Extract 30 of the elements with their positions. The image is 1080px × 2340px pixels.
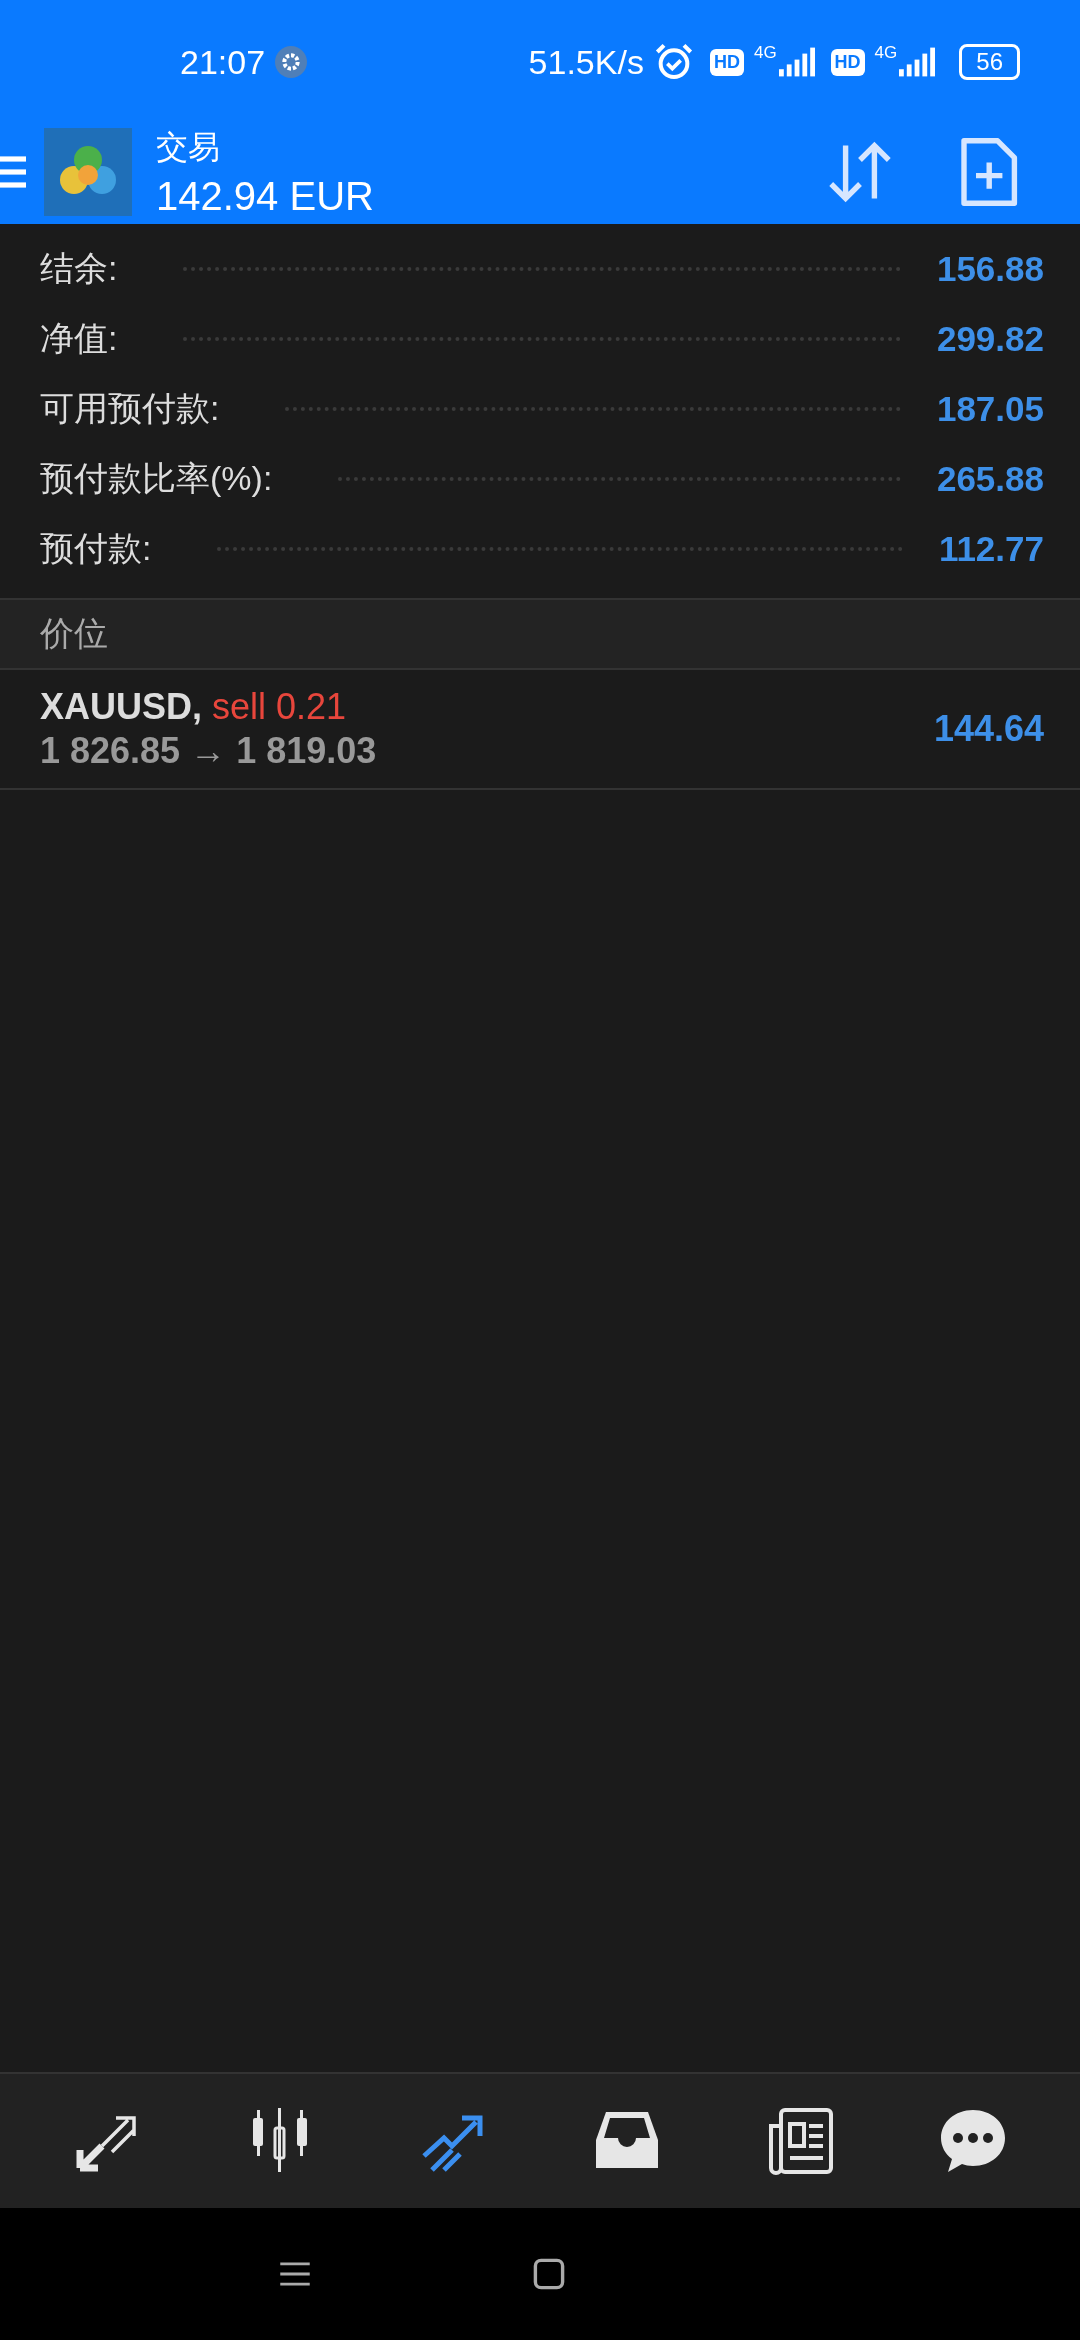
summary-value: 265.88 xyxy=(936,459,1044,499)
summary-label: 预付款: xyxy=(40,528,152,569)
network-type: 4G xyxy=(874,43,898,63)
position-row[interactable]: XAUUSD, sell 0.21 1 826.85 → 1 819.03 144.64 xyxy=(0,670,1080,790)
battery-indicator: 56 xyxy=(959,44,1020,80)
account-balance: 142.94 EUR xyxy=(156,173,374,219)
hd-badge: HD xyxy=(830,48,865,76)
signal-icon xyxy=(778,47,815,77)
position-profit: 144.64 xyxy=(933,708,1044,750)
settings-icon xyxy=(275,46,308,78)
summary-value: 299.82 xyxy=(936,319,1044,359)
summary-label: 可用预付款: xyxy=(40,388,220,429)
summary-value: 187.05 xyxy=(936,389,1044,429)
summary-value: 156.88 xyxy=(936,249,1044,289)
summary-value: 112.77 xyxy=(938,529,1044,569)
signal-icon xyxy=(899,47,936,77)
position-prices: 1 826.85 → 1 819.03 xyxy=(40,730,378,772)
home-icon[interactable] xyxy=(532,2257,566,2291)
screen-title: 交易 xyxy=(156,127,221,167)
network-speed: 51.5K/s xyxy=(528,42,644,82)
summary-label: 预付款比率(%): xyxy=(40,458,273,499)
position-symbol: XAUUSD, xyxy=(40,686,203,727)
network-type: 4G xyxy=(753,43,777,63)
hd-badge: HD xyxy=(709,48,744,76)
summary-label: 净值: xyxy=(40,318,118,359)
position-side: sell 0.21 xyxy=(212,686,347,727)
alarm-clock-icon xyxy=(653,42,694,82)
status-time: 21:07 xyxy=(180,42,266,82)
section-title: 价位 xyxy=(40,613,108,654)
summary-label: 结余: xyxy=(40,248,118,289)
